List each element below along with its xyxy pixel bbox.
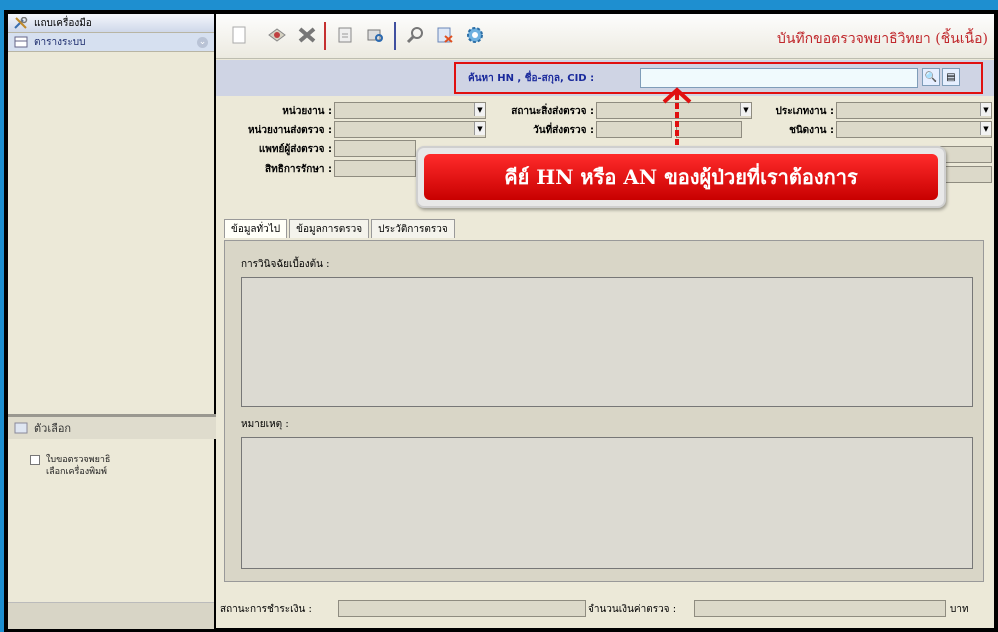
sending-unit-dropdown[interactable]: ▼ <box>334 121 486 138</box>
new-icon[interactable] <box>228 24 250 46</box>
tools-icon <box>14 16 28 29</box>
instruction-callout: คีย์ HN หรือ AN ของผู้ป่วยที่เราต้องการ <box>416 146 946 208</box>
sidebar-item-system-table[interactable]: ตารางระบบ ⌄ <box>8 33 214 52</box>
work-type-dropdown[interactable]: ▼ <box>836 102 992 119</box>
save-icon[interactable] <box>266 24 288 46</box>
option-label: ใบขอตรวจพยาธิ <box>46 455 111 465</box>
sending-unit-label: หน่วยงานส่งตรวจ : <box>247 125 332 136</box>
general-panel: การวินิจฉัยเบื้องต้น : หมายเหตุ : <box>224 240 984 582</box>
place-label: สถานะสิ่งส่งตรวจ : <box>511 106 594 117</box>
tab-general[interactable]: ข้อมูลทั่วไป <box>224 219 288 238</box>
sidebar-options-label: ตัวเลือก <box>34 422 72 435</box>
search-icon[interactable] <box>404 24 426 46</box>
diagnosis-textarea[interactable] <box>241 277 973 407</box>
footer: สถานะการชำระเงิน : จำนวนเงินค่าตรวจ : บา… <box>216 596 994 622</box>
table-icon <box>14 36 28 48</box>
send-date-label: วันที่ส่งตรวจ : <box>533 125 594 136</box>
doctor-label: แพทย์ผู้ส่งตรวจ : <box>258 144 332 155</box>
note-label: หมายเหตุ : <box>241 419 289 430</box>
rights-field[interactable] <box>334 160 416 177</box>
send-time-field[interactable] <box>676 121 742 138</box>
chevron-down-icon[interactable]: ▼ <box>980 103 991 116</box>
extra-field[interactable] <box>940 146 992 163</box>
job-type-dropdown[interactable]: ▼ <box>836 121 992 138</box>
option-checkbox[interactable] <box>30 454 40 465</box>
print-icon[interactable] <box>334 24 356 46</box>
search-bar: ค้นหา HN , ชื่อ-สกุล, CID : 🔍 ▤ <box>216 60 994 96</box>
callout-text: คีย์ HN หรือ AN ของผู้ป่วยที่เราต้องการ <box>424 154 938 200</box>
search-label: ค้นหา HN , ชื่อ-สกุล, CID : <box>468 73 595 84</box>
export-icon[interactable] <box>434 24 456 46</box>
sidebar-item-label: แถบเครื่องมือ <box>34 17 92 29</box>
option-pathology-form[interactable]: ใบขอตรวจพยาธิ เลือกเครื่องพิมพ์ <box>30 454 110 478</box>
chevron-down-icon[interactable]: ▼ <box>980 122 991 135</box>
sidebar: แถบเครื่องมือ ตารางระบบ ⌄ ตัวเลือก ใบขอต… <box>8 14 220 629</box>
option-label: เลือกเครื่องพิมพ์ <box>46 467 107 477</box>
page-title: บันทึกขอตรวจพยาธิวิทยา (ชิ้นเนื้อ) <box>776 31 988 47</box>
amount-label: จำนวนเงินค่าตรวจ : <box>588 604 677 615</box>
payment-status-field[interactable] <box>338 600 586 617</box>
unit-label: หน่วยงาน : <box>282 106 332 117</box>
search-icon[interactable]: 🔍 <box>922 68 940 86</box>
amount-field[interactable] <box>694 600 946 617</box>
work-type-label: ประเภทงาน : <box>775 106 834 117</box>
delete-icon[interactable] <box>296 24 318 46</box>
send-date-field[interactable] <box>596 121 672 138</box>
expand-icon[interactable]: ⌄ <box>197 36 208 48</box>
unit-dropdown[interactable]: ▼ <box>334 102 486 119</box>
payment-status-label: สถานะการชำระเงิน : <box>220 604 312 615</box>
toolbar-separator <box>394 22 396 50</box>
options-icon <box>14 422 28 434</box>
job-type-label: ชนิดงาน : <box>789 125 834 136</box>
rights-label: สิทธิการรักษา : <box>265 164 332 175</box>
toolbar: บันทึกขอตรวจพยาธิวิทยา (ชิ้นเนื้อ) <box>216 14 994 59</box>
sidebar-footer <box>8 602 214 629</box>
toolbar-separator <box>324 22 326 50</box>
extra-field[interactable] <box>940 166 992 183</box>
tab-history[interactable]: ประวัติการตรวจ <box>371 219 455 238</box>
sidebar-item-toolbox[interactable]: แถบเครื่องมือ <box>8 14 214 33</box>
search-input[interactable] <box>640 68 918 88</box>
main-panel: บันทึกขอตรวจพยาธิวิทยา (ชิ้นเนื้อ) ค้นหา… <box>216 14 994 628</box>
advanced-search-icon[interactable]: ▤ <box>942 68 960 86</box>
diagnosis-label: การวินิจฉัยเบื้องต้น : <box>241 259 330 270</box>
doctor-field[interactable] <box>334 140 416 157</box>
sidebar-item-label: ตารางระบบ <box>34 36 86 48</box>
callout-arrow <box>662 87 692 146</box>
sidebar-options-header[interactable]: ตัวเลือก <box>8 414 220 439</box>
search-highlight-frame: ค้นหา HN , ชื่อ-สกุล, CID : 🔍 ▤ <box>454 62 983 94</box>
tab-examination[interactable]: ข้อมูลการตรวจ <box>289 219 370 238</box>
note-textarea[interactable] <box>241 437 973 569</box>
currency-label: บาท <box>950 604 969 615</box>
print-preview-icon[interactable] <box>364 24 386 46</box>
settings-icon[interactable] <box>464 24 486 46</box>
tab-bar: ข้อมูลทั่วไป ข้อมูลการตรวจ ประวัติการตรว… <box>224 219 457 239</box>
